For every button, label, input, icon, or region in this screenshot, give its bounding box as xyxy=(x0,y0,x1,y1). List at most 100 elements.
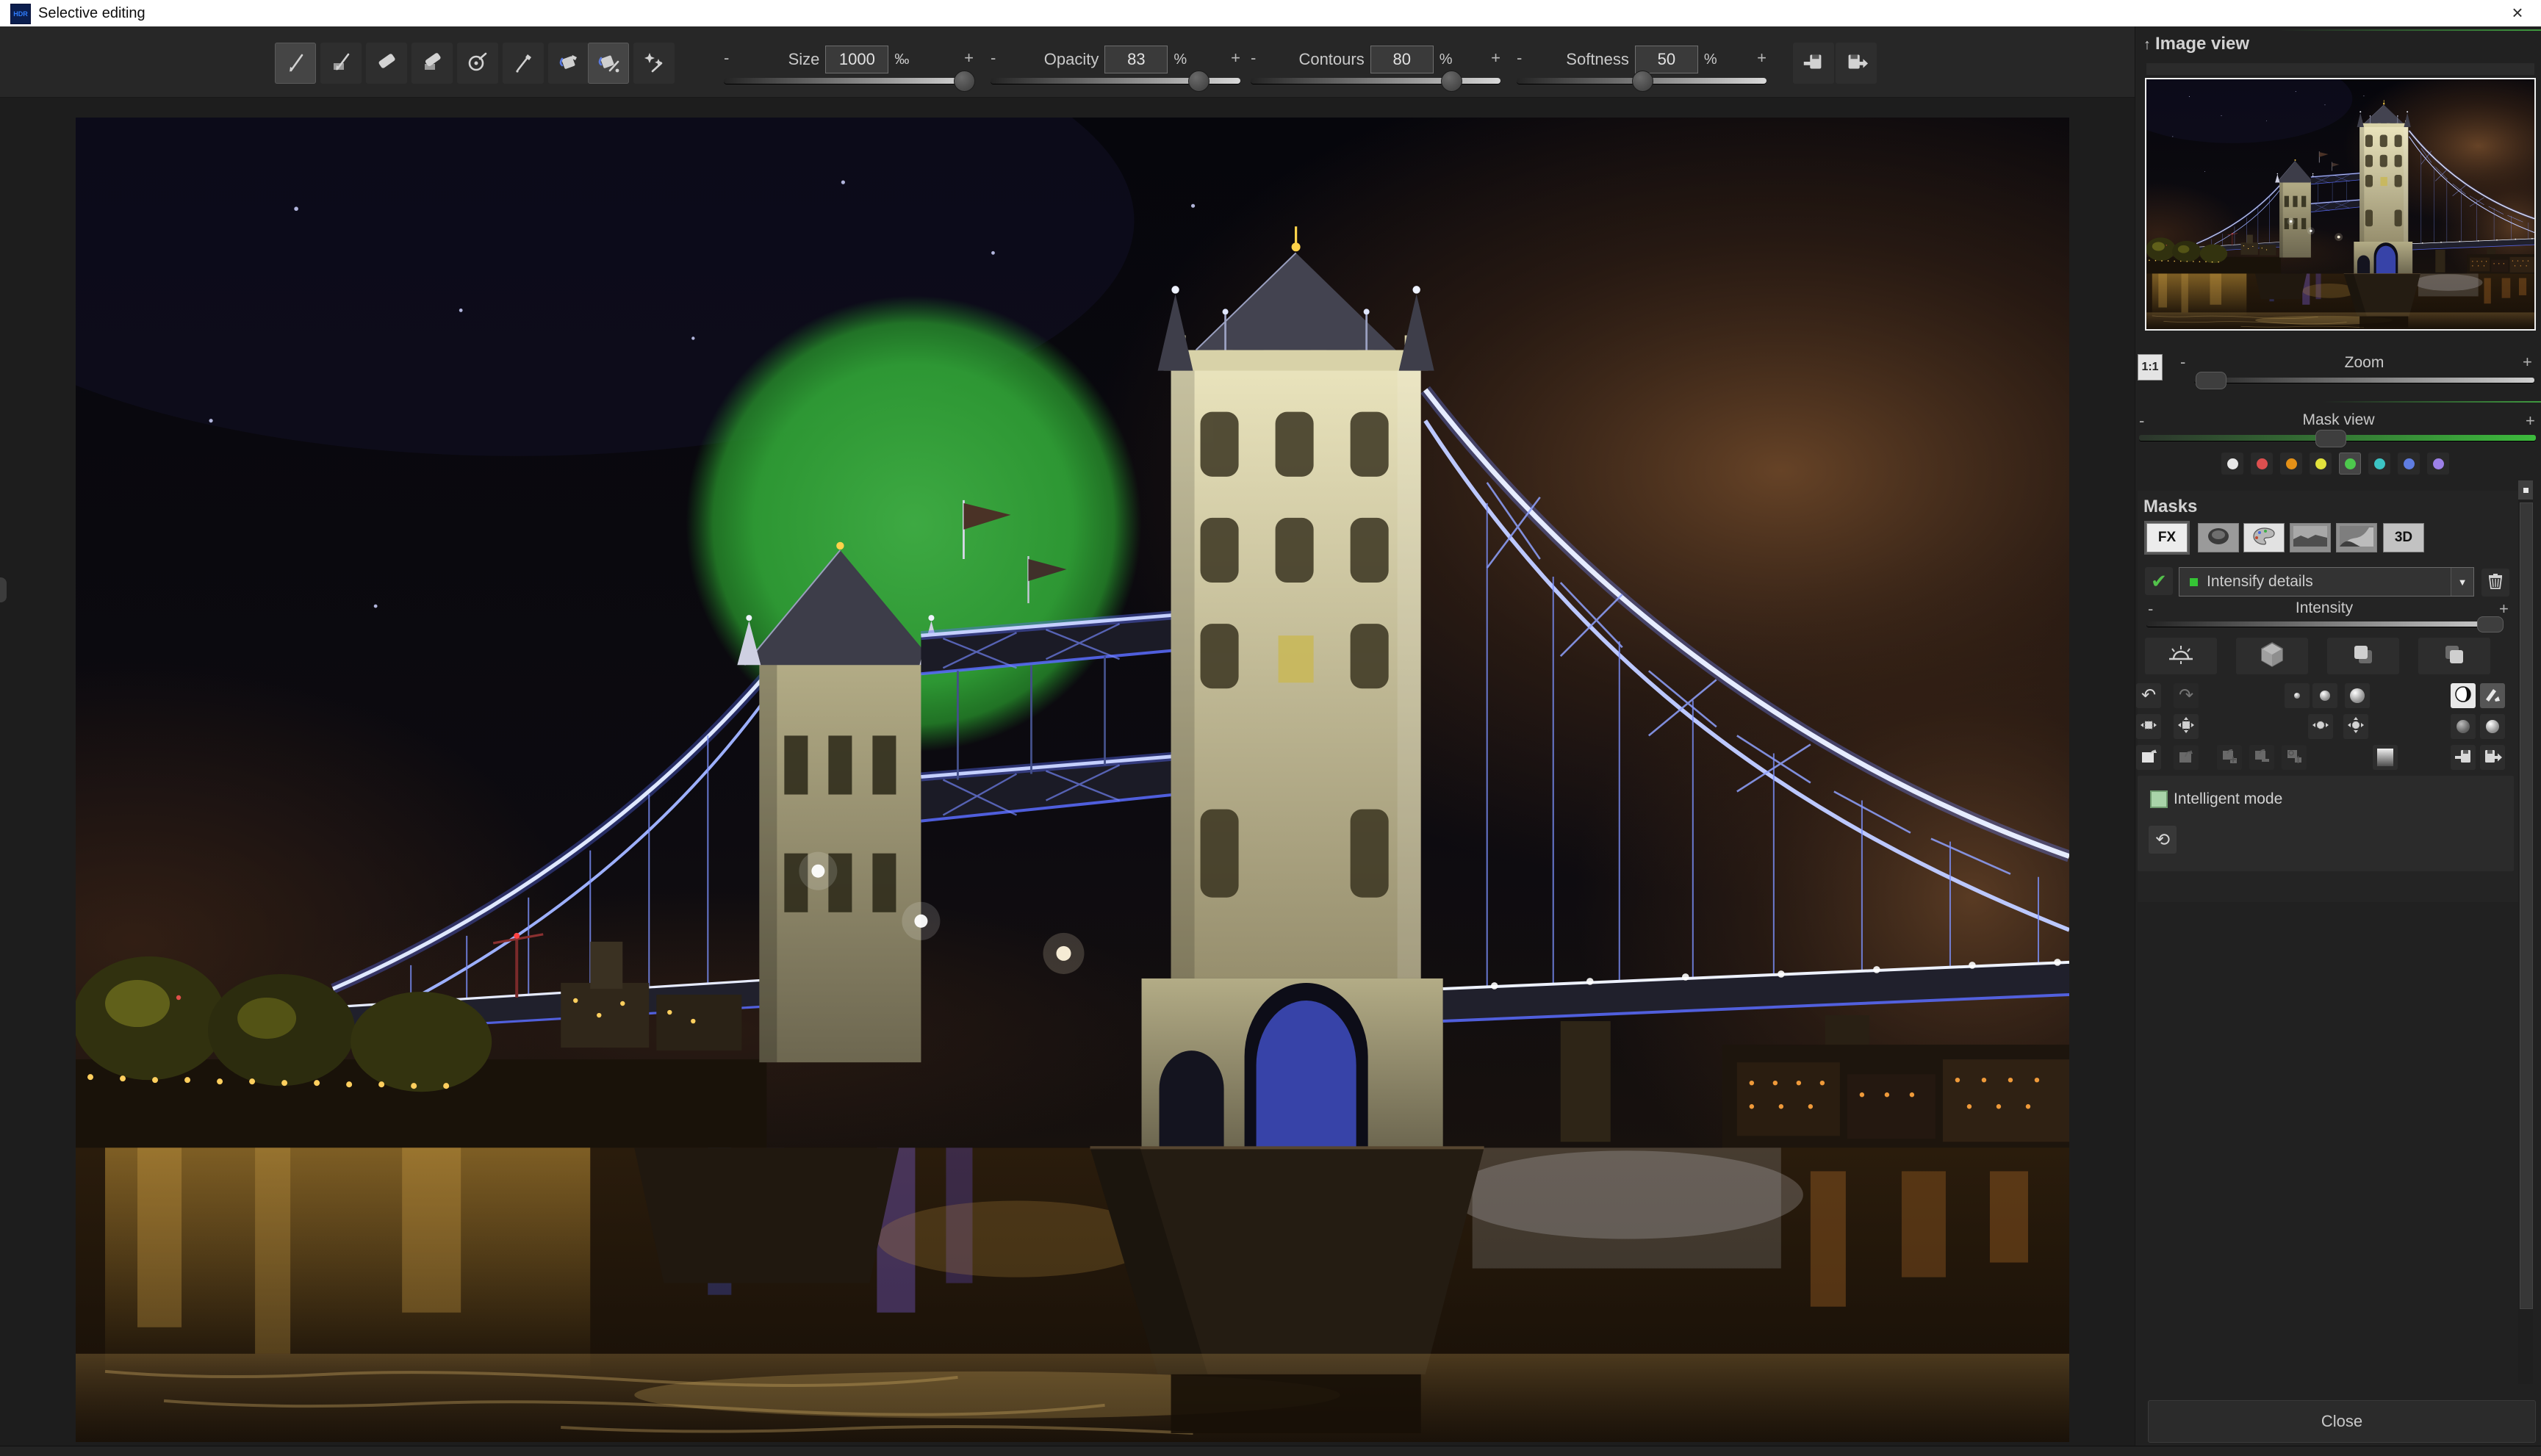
brush-size-small-button[interactable] xyxy=(2285,683,2310,708)
mask-color-white[interactable] xyxy=(2221,453,2243,475)
mask-color-red[interactable] xyxy=(2251,453,2273,475)
copy-mask-variant-2-button[interactable] xyxy=(2174,745,2199,770)
lens-icon xyxy=(2204,527,2233,549)
mask-view-slider-thumb[interactable] xyxy=(2315,430,2346,447)
grow-mask-all-button[interactable] xyxy=(2343,714,2368,739)
eyedropper-tool-button[interactable] xyxy=(503,43,544,84)
green-separator xyxy=(2279,29,2541,31)
mask-tab-fx[interactable]: FX xyxy=(2146,523,2188,552)
redo-button[interactable]: ↷ xyxy=(2174,683,2199,708)
scrollbar-up-button[interactable] xyxy=(2518,480,2533,500)
size-value[interactable]: 1000 xyxy=(825,46,888,73)
mask-color-yellow[interactable] xyxy=(2310,453,2332,475)
zoom-slider-track[interactable] xyxy=(2194,378,2534,383)
zoom-plus[interactable]: + xyxy=(2523,353,2532,372)
softness-value[interactable]: 50 xyxy=(1635,46,1698,73)
cube-target-button[interactable] xyxy=(2236,638,2308,674)
image-view-header[interactable]: ↑Image view xyxy=(2143,34,2249,54)
grow-mask-button[interactable] xyxy=(2308,714,2333,739)
save-mask-button[interactable] xyxy=(2480,745,2505,770)
size-slider-track[interactable] xyxy=(724,78,974,84)
delete-mask-button[interactable] xyxy=(2481,569,2509,597)
intensity-slider-thumb[interactable] xyxy=(2477,616,2504,633)
smart-fill-icon xyxy=(595,48,622,79)
contours-value[interactable]: 80 xyxy=(1370,46,1434,73)
dropdown-arrow-icon[interactable]: ▼ xyxy=(2451,568,2473,596)
opacity-value[interactable]: 83 xyxy=(1104,46,1168,73)
mask-view-plus[interactable]: + xyxy=(2526,411,2535,430)
softness-plus[interactable]: + xyxy=(1757,50,1767,66)
magic-eraser-tool-button[interactable] xyxy=(633,43,675,84)
eraser-tool-button[interactable] xyxy=(366,43,407,84)
mask-paint-mode-button[interactable] xyxy=(2480,683,2505,708)
mask-tab-lens[interactable] xyxy=(2198,523,2239,552)
layer-back-button[interactable] xyxy=(2418,638,2490,674)
load-mask-button[interactable] xyxy=(2451,745,2476,770)
zoom-slider-thumb[interactable] xyxy=(2196,372,2226,389)
round-brush-tool-button[interactable] xyxy=(457,43,498,84)
mask-color-green[interactable] xyxy=(2339,453,2361,475)
opacity-plus[interactable]: + xyxy=(1231,50,1240,66)
zoom-1to1-button[interactable]: 1:1 xyxy=(2138,354,2163,381)
intensity-plus[interactable]: + xyxy=(2499,599,2509,619)
mask-tab-3d[interactable]: 3D xyxy=(2383,523,2424,552)
copy-mask-button[interactable] xyxy=(2136,745,2161,770)
shrink-mask-button[interactable] xyxy=(2136,714,2161,739)
relight-icon xyxy=(2165,641,2197,671)
brush-size-large-button[interactable] xyxy=(2345,683,2370,708)
smart-brush-tool-button[interactable] xyxy=(320,43,362,84)
navigator-thumbnail[interactable] xyxy=(2145,78,2536,331)
close-button[interactable]: Close xyxy=(2148,1400,2536,1443)
copy-mask-variant-3-button[interactable] xyxy=(2217,745,2242,770)
intelligent-mode-checkbox[interactable] xyxy=(2150,790,2168,808)
shrink-mask-vertical-button[interactable] xyxy=(2174,714,2199,739)
relight-target-button[interactable] xyxy=(2145,638,2217,674)
layer-front-button[interactable] xyxy=(2327,638,2399,674)
mask-color-orange[interactable] xyxy=(2280,453,2302,475)
zoom-minus[interactable]: - xyxy=(2180,353,2185,372)
copy-mask-variant-5-button[interactable] xyxy=(2282,745,2307,770)
contours-slider-thumb[interactable] xyxy=(1441,71,1462,92)
soften-mask-button[interactable] xyxy=(2451,714,2476,739)
scrollbar-thumb[interactable] xyxy=(2520,502,2533,1309)
fill-tool-button[interactable] xyxy=(548,43,589,84)
mask-color-purple[interactable] xyxy=(2427,453,2449,475)
contours-slider-track[interactable] xyxy=(1251,78,1500,84)
brush-size-medium-button[interactable] xyxy=(2312,683,2337,708)
title-bar: HDR Selective editing × xyxy=(0,0,2541,27)
masks-scrollbar[interactable] xyxy=(2518,480,2533,1384)
mask-tab-landscape[interactable] xyxy=(2290,523,2331,552)
redo-icon: ↷ xyxy=(2179,687,2193,704)
size-slider-thumb[interactable] xyxy=(954,71,975,92)
opacity-slider-thumb[interactable] xyxy=(1188,71,1210,92)
mask-enabled-check-button[interactable]: ✔ xyxy=(2145,567,2173,595)
harden-mask-button[interactable] xyxy=(2480,714,2505,739)
mask-color-teal[interactable] xyxy=(2368,453,2390,475)
mask-color-blue[interactable] xyxy=(2398,453,2420,475)
mask-tab-palette[interactable] xyxy=(2243,523,2285,552)
size-plus[interactable]: + xyxy=(964,50,974,66)
copy-mask-5-icon xyxy=(2285,746,2304,769)
load-mask-toolbar-button[interactable] xyxy=(1793,43,1834,84)
undo-button[interactable]: ↶ xyxy=(2136,683,2161,708)
mask-preset-dropdown[interactable]: Intensify details ▼ xyxy=(2179,567,2474,597)
eyedropper-icon xyxy=(510,48,536,79)
gradient-mask-button[interactable] xyxy=(2373,745,2398,770)
editing-canvas[interactable] xyxy=(76,118,2069,1442)
contours-plus[interactable]: + xyxy=(1491,50,1500,66)
contours-slider-group: - Contours 80 % + xyxy=(1251,26,1500,97)
invert-mask-button[interactable] xyxy=(2451,683,2476,708)
copy-mask-variant-4-button[interactable] xyxy=(2249,745,2274,770)
mask-tab-curves[interactable] xyxy=(2336,523,2377,552)
layers-back-icon xyxy=(2440,640,2469,673)
refresh-button[interactable]: ⟲ xyxy=(2149,826,2177,854)
smart-eraser-tool-button[interactable] xyxy=(411,43,453,84)
save-mask-toolbar-button[interactable] xyxy=(1836,43,1877,84)
softness-slider-thumb[interactable] xyxy=(1632,71,1653,92)
intensity-slider-track[interactable] xyxy=(2146,621,2502,627)
left-panel-handle[interactable] xyxy=(0,577,7,602)
window-close-icon[interactable]: × xyxy=(2503,0,2532,26)
brush-tool-button[interactable] xyxy=(275,43,316,84)
copy-mask-3-icon xyxy=(2220,746,2239,769)
smart-fill-tool-button[interactable] xyxy=(588,43,629,84)
